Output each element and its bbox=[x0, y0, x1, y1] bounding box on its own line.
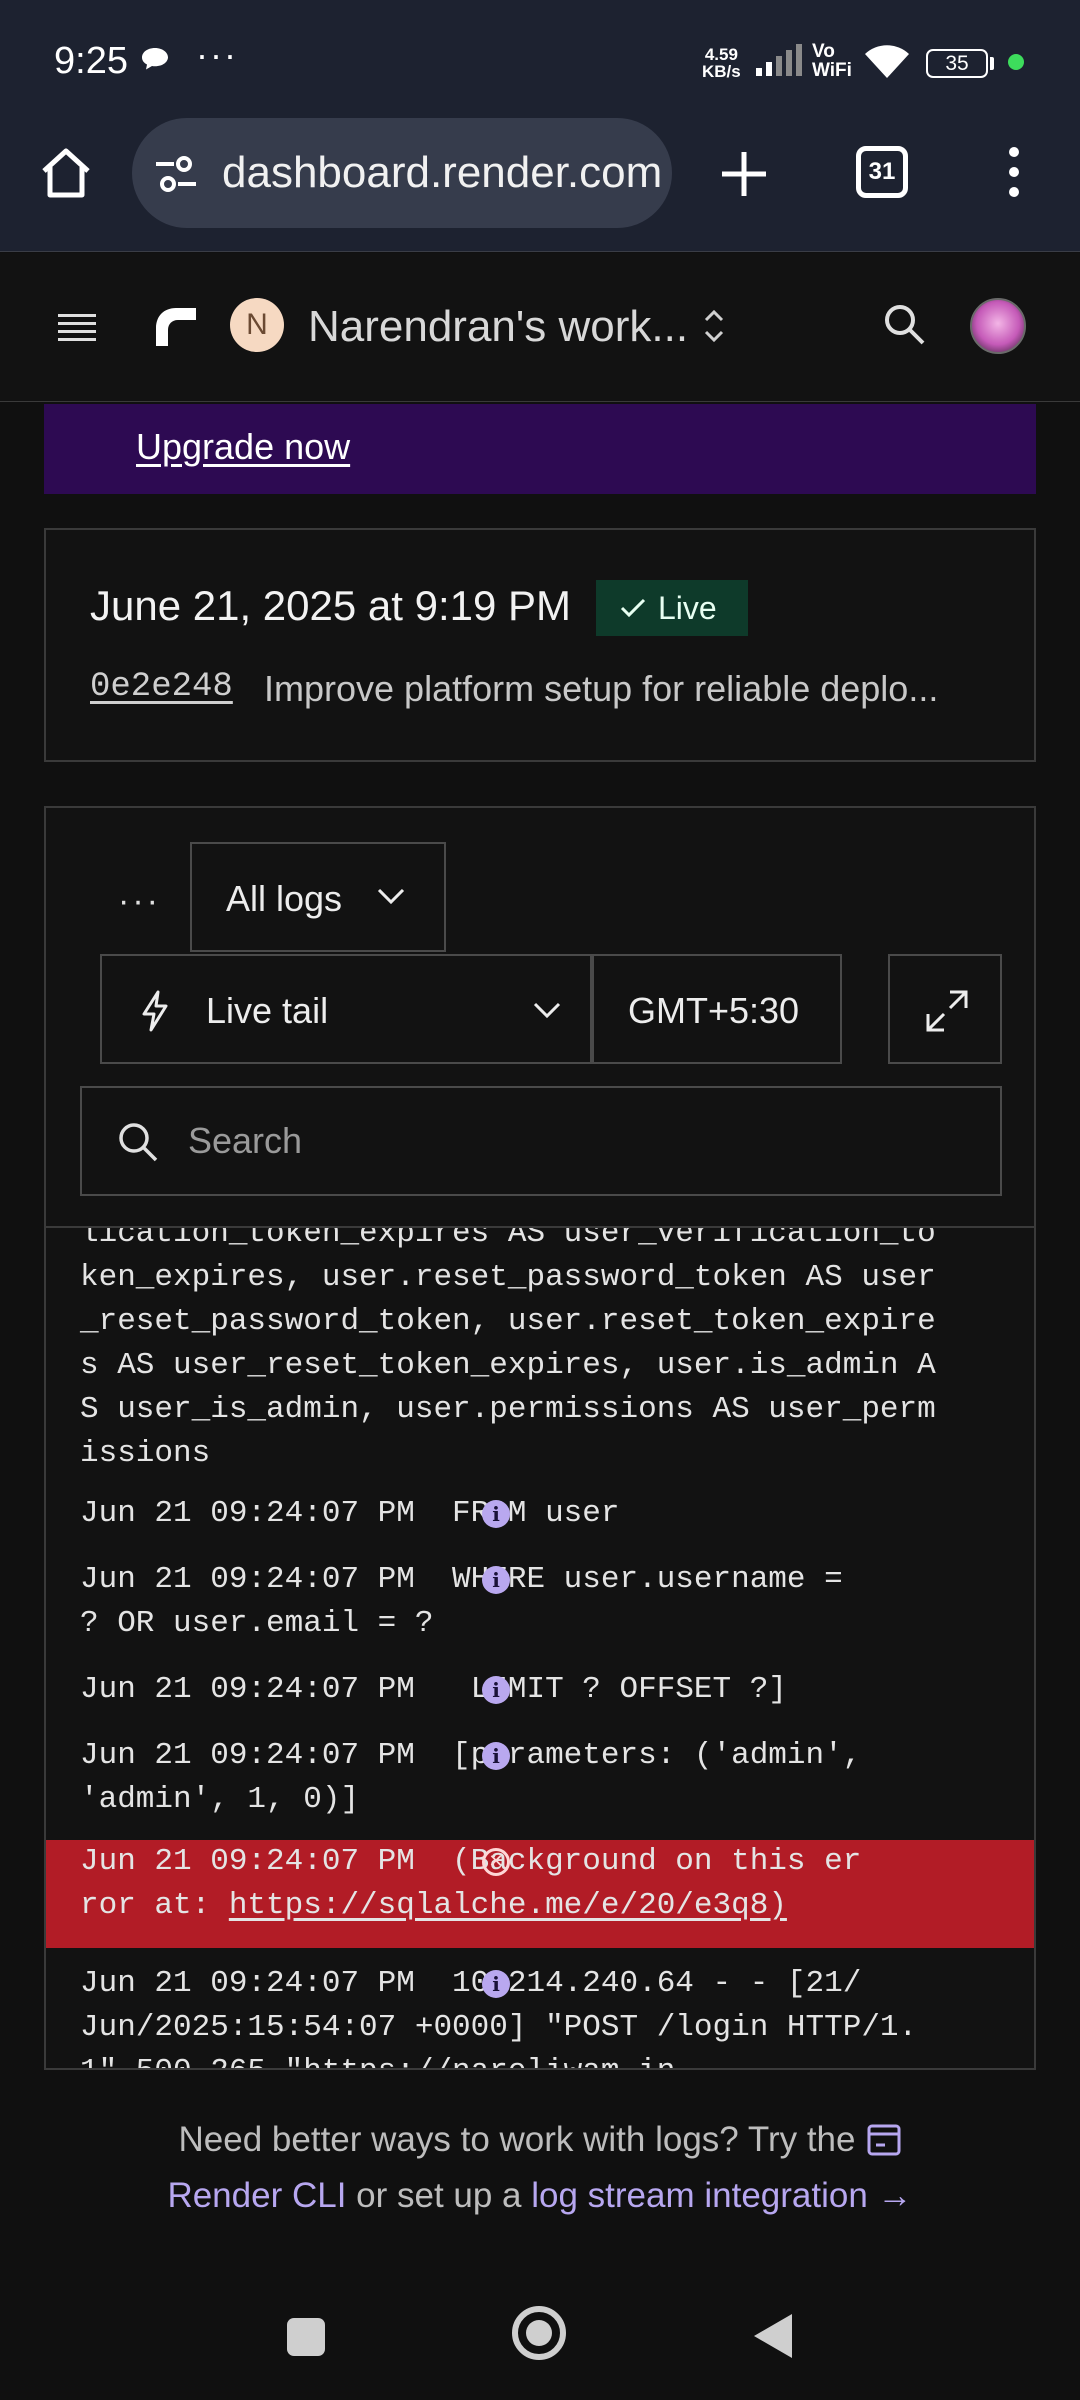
render-logo-icon[interactable] bbox=[152, 302, 200, 350]
battery-tip bbox=[990, 57, 994, 70]
search-icon[interactable] bbox=[882, 302, 926, 346]
upgrade-banner: Upgrade now bbox=[44, 404, 1036, 494]
log-filter-dropdown[interactable]: All logs bbox=[190, 842, 446, 952]
checkmark-icon bbox=[620, 580, 646, 636]
logs-more-button[interactable]: ··· bbox=[118, 882, 161, 921]
log-entry[interactable]: LIMIT ? OFFSET ?] Jun 21 09:24:07 PM i bbox=[46, 1668, 1034, 1734]
info-icon: i bbox=[482, 1566, 510, 1594]
site-settings-icon[interactable] bbox=[154, 154, 198, 194]
log-timestamp: Jun 21 09:24:07 PM bbox=[80, 1496, 415, 1531]
log-entry[interactable]: 10.214.240.64 - - [21/ Jun/2025:15:54:07… bbox=[46, 1948, 1034, 2068]
new-tab-icon[interactable] bbox=[718, 148, 770, 200]
status-overflow-icon: ··· bbox=[196, 34, 238, 75]
log-timestamp: Jun 21 09:24:07 PM bbox=[80, 1844, 415, 1879]
info-icon: i bbox=[482, 1500, 510, 1528]
url-text[interactable]: dashboard.render.com bbox=[222, 148, 662, 198]
live-tail-label: Live tail bbox=[206, 990, 329, 1031]
home-button[interactable] bbox=[512, 2306, 566, 2360]
logs-footer-links: Render CLI or set up a log stream integr… bbox=[167, 2176, 913, 2215]
search-icon bbox=[119, 1123, 158, 1162]
network-speed: 4.59 KB/s bbox=[702, 45, 741, 81]
chat-bubble-icon bbox=[142, 48, 168, 70]
log-timestamp: Jun 21 09:24:07 PM bbox=[80, 1738, 415, 1773]
workspace-switch-icon[interactable] bbox=[700, 306, 728, 346]
log-search-input[interactable] bbox=[188, 1114, 968, 1168]
timezone-selector[interactable]: GMT+5:30 bbox=[592, 954, 842, 1064]
lightning-icon bbox=[142, 990, 168, 1032]
status-badge: Live bbox=[596, 580, 748, 636]
back-icon[interactable] bbox=[752, 2312, 794, 2360]
commit-hash-link[interactable]: 0e2e248 bbox=[90, 668, 233, 706]
log-entry[interactable]: [parameters: ('admin', 'admin', 1, 0)] J… bbox=[46, 1734, 1034, 1842]
log-search-box[interactable] bbox=[80, 1086, 1002, 1196]
user-avatar[interactable] bbox=[970, 298, 1026, 354]
hamburger-menu-icon[interactable] bbox=[58, 312, 96, 342]
live-tail-dropdown[interactable]: Live tail bbox=[100, 954, 592, 1064]
expand-button[interactable] bbox=[888, 954, 1002, 1064]
log-entry-error[interactable]: (Background on this er ror at: https://s… bbox=[46, 1840, 1034, 1948]
info-icon: i bbox=[482, 1970, 510, 1998]
error-docs-link[interactable]: https://sqlalche.me/e/20/e3q8) bbox=[229, 1888, 787, 1923]
log-timestamp: Jun 21 09:24:07 PM bbox=[80, 1966, 415, 2001]
timezone-label: GMT+5:30 bbox=[628, 990, 800, 1031]
recent-apps-button[interactable] bbox=[287, 2318, 325, 2356]
info-icon: i bbox=[482, 1742, 510, 1770]
workspace-name[interactable]: Narendran's work... bbox=[308, 302, 688, 352]
expand-icon bbox=[926, 990, 968, 1032]
log-list[interactable]: lication_token_expires AS user_verificat… bbox=[46, 1228, 1034, 2068]
browser-menu-icon[interactable] bbox=[1004, 146, 1024, 198]
log-timestamp: Jun 21 09:24:07 PM bbox=[80, 1672, 415, 1707]
render-cli-link[interactable]: Render CLI bbox=[167, 2176, 346, 2215]
logs-footer-text: Need better ways to work with logs? Try … bbox=[0, 2120, 1080, 2160]
wifi-icon bbox=[865, 45, 909, 78]
error-icon: ✕ bbox=[482, 1848, 510, 1876]
info-icon: i bbox=[482, 1676, 510, 1704]
home-icon[interactable] bbox=[38, 145, 94, 201]
log-stream-link[interactable]: log stream integration → bbox=[531, 2176, 912, 2215]
workspace-avatar[interactable]: N bbox=[230, 298, 284, 352]
log-continuation-text: lication_token_expires AS user_verificat… bbox=[80, 1228, 936, 1471]
upgrade-now-link[interactable]: Upgrade now bbox=[136, 426, 350, 468]
log-timestamp: Jun 21 09:24:07 PM bbox=[80, 1562, 415, 1597]
terminal-icon bbox=[867, 2124, 901, 2156]
vowifi-indicator: Vo WiFi bbox=[812, 41, 852, 81]
url-bar[interactable]: dashboard.render.com bbox=[132, 118, 672, 228]
chevron-down-icon bbox=[533, 1002, 561, 1019]
logs-panel: ··· All logs Live tail GMT+5:30 lication… bbox=[44, 806, 1036, 2070]
signal-icon bbox=[756, 44, 802, 76]
tab-switcher-button[interactable]: 31 bbox=[856, 146, 908, 198]
log-filter-label: All logs bbox=[226, 878, 343, 919]
battery-icon: 35 bbox=[926, 49, 988, 78]
deploy-card: June 21, 2025 at 9:19 PM Live 0e2e248 Im… bbox=[44, 528, 1036, 762]
commit-message: Improve platform setup for reliable depl… bbox=[264, 668, 939, 709]
chevron-down-icon bbox=[377, 888, 405, 905]
log-entry[interactable]: WHERE user.username = ? OR user.email = … bbox=[46, 1558, 1034, 1668]
privacy-indicator-dot bbox=[1008, 54, 1024, 70]
log-entry[interactable]: FROM user Jun 21 09:24:07 PM i bbox=[46, 1492, 1034, 1558]
deploy-date: June 21, 2025 at 9:19 PM bbox=[90, 582, 572, 629]
status-time: 9:25 bbox=[54, 40, 128, 82]
